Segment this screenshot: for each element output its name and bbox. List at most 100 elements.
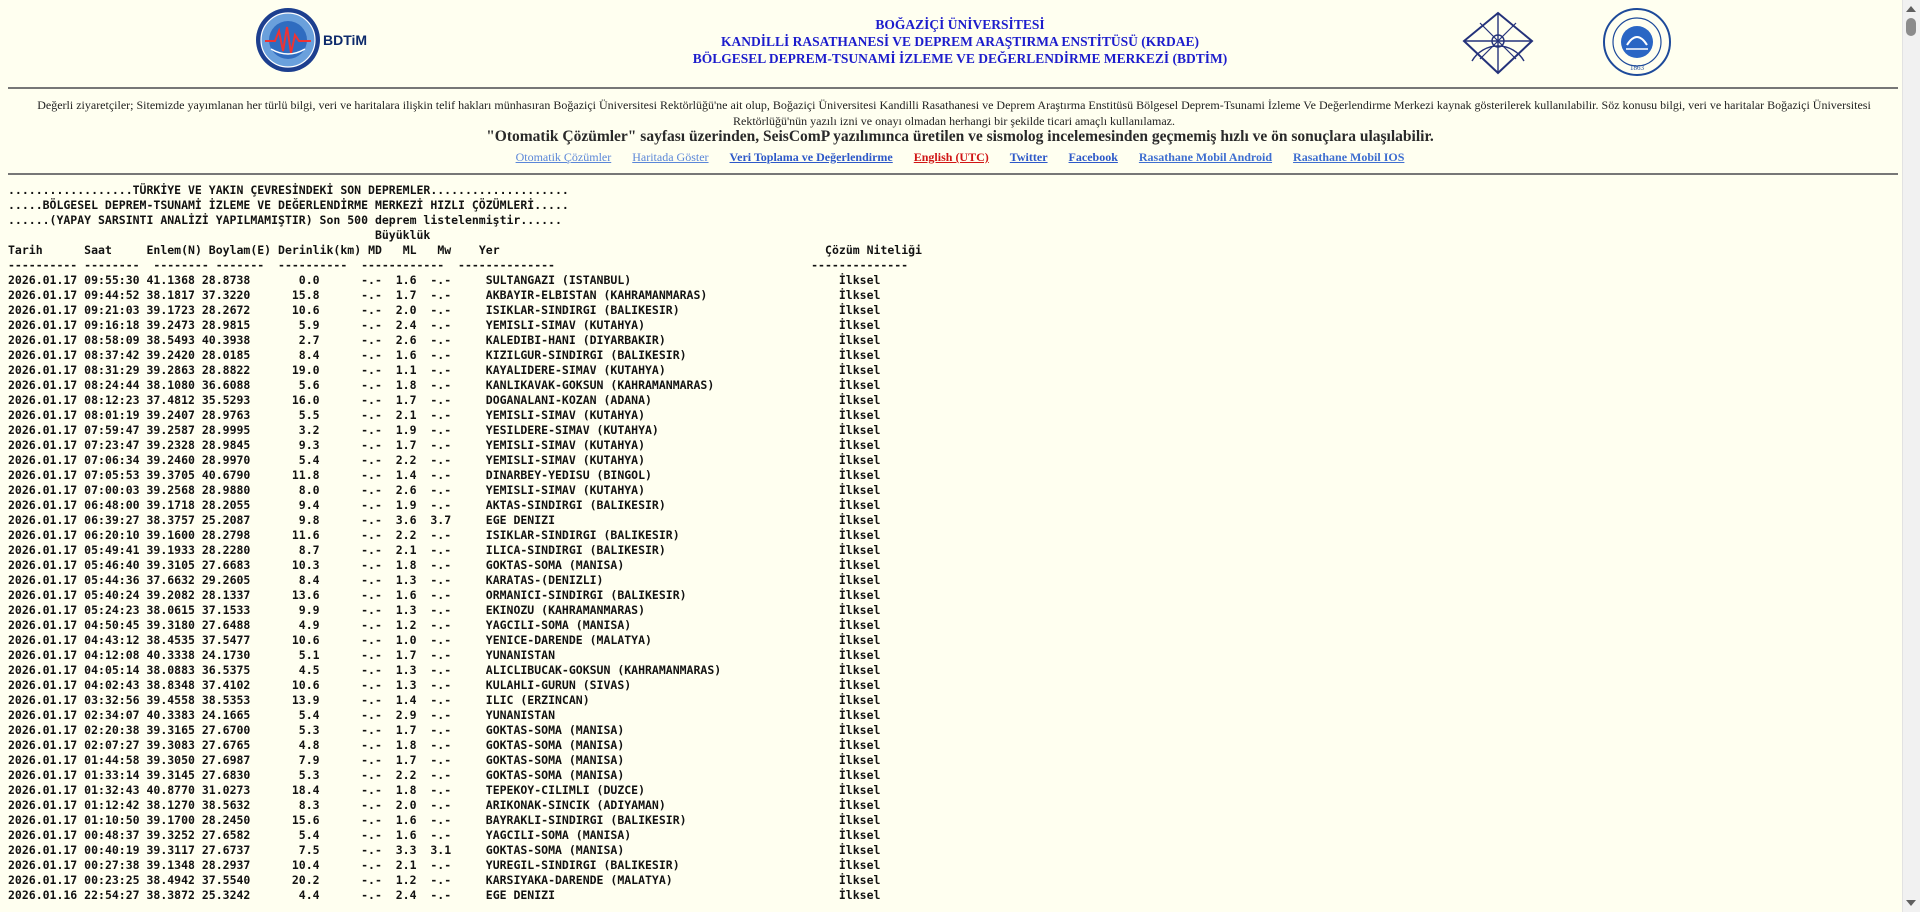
table-row: 2026.01.17 00:48:37 39.3252 27.6582 5.4 … [8,828,880,842]
cell-derinlik: 9.8 [257,513,362,527]
cell-saat: 05:46:40 [84,558,147,572]
cell-mw: -.- [430,333,486,347]
table-row: 2026.01.17 09:16:18 39.2473 28.9815 5.9 … [8,318,880,332]
cell-tarih: 2026.01.17 [8,513,85,527]
cell-md: -.- [361,528,396,542]
cell-md: -.- [361,858,396,872]
cell-mw: -.- [430,588,486,602]
cell-ml: 2.2 [395,768,431,782]
cell-tarih: 2026.01.17 [8,408,85,422]
table-row: 2026.01.17 00:27:38 39.1348 28.2937 10.4… [8,858,880,872]
cell-yer: DOGANALANI-KOZAN (ADANA) [485,393,839,407]
cell-enlem: 39.3180 [146,618,202,632]
cell-yer: KANLIKAVAK-GOKSUN (KAHRAMANMARAS) [485,378,839,392]
cell-cozum-niteligi: İlksel [838,588,881,602]
cell-saat: 07:00:03 [84,483,147,497]
cell-ml: 1.8 [395,558,431,572]
nav-link-english[interactable]: English (UTC) [914,150,989,164]
nav-link-mobile-android[interactable]: Rasathane Mobil Android [1139,150,1272,164]
cell-mw: -.- [430,723,486,737]
cell-boylam: 28.2672 [201,303,258,317]
cell-ml: 2.0 [395,303,431,317]
nav-link-twitter[interactable]: Twitter [1010,150,1048,164]
cell-saat: 06:39:27 [84,513,147,527]
table-row: 2026.01.17 07:59:47 39.2587 28.9995 3.2 … [8,423,880,437]
table-row: 2026.01.17 08:01:19 39.2407 28.9763 5.5 … [8,408,880,422]
cell-mw: -.- [430,393,486,407]
cell-cozum-niteligi: İlksel [838,768,881,782]
table-row: 2026.01.17 01:33:14 39.3145 27.6830 5.3 … [8,768,880,782]
cell-yer: YENICE-DARENDE (MALATYA) [485,633,839,647]
cell-enlem: 37.4812 [146,393,202,407]
cell-derinlik: 4.5 [257,663,362,677]
cell-yer: KULAHLI-GURUN (SIVAS) [485,678,839,692]
nav-link-haritada-goster[interactable]: Haritada Göster [632,150,708,164]
nav-link-facebook[interactable]: Facebook [1069,150,1118,164]
cell-enlem: 39.3105 [146,558,202,572]
cell-cozum-niteligi: İlksel [838,348,881,362]
cell-md: -.- [361,378,396,392]
cell-boylam: 27.6737 [201,843,258,857]
nav-link-veri-toplama[interactable]: Veri Toplama ve Değerlendirme [730,150,893,164]
nav-link-mobile-ios[interactable]: Rasathane Mobil IOS [1293,150,1404,164]
cell-derinlik: 8.7 [257,543,362,557]
scroll-up-arrow-icon[interactable] [1906,6,1916,12]
bogazici-university-logo[interactable]: 1863 [1602,7,1672,77]
table-row: 2026.01.16 22:54:27 38.3872 25.3242 4.4 … [8,888,880,902]
cell-yer: EKINOZU (KAHRAMANMARAS) [485,603,839,617]
cell-ml: 1.4 [395,693,431,707]
vertical-scrollbar[interactable] [1902,0,1920,912]
cell-enlem: 38.4942 [146,873,202,887]
cell-ml: 1.3 [395,678,431,692]
cell-derinlik: 10.4 [257,858,362,872]
column-header-row: Tarih Saat Enlem(N) Boylam(E) Derinlik(k… [8,243,922,257]
cell-derinlik: 5.3 [257,723,362,737]
cell-md: -.- [361,873,396,887]
cell-yer: KAYALIDERE-SIMAV (KUTAHYA) [485,363,839,377]
cell-enlem: 38.3757 [146,513,202,527]
cell-tarih: 2026.01.17 [8,843,85,857]
cell-md: -.- [361,348,396,362]
krdae-logo-icon[interactable] [1460,11,1536,75]
scroll-down-arrow-icon[interactable] [1906,900,1916,906]
table-row: 2026.01.17 02:20:38 39.3165 27.6700 5.3 … [8,723,880,737]
nav-link-otomatik-cozumler[interactable]: Otomatik Çözümler [516,150,612,164]
cell-boylam: 28.9995 [201,423,258,437]
cell-enlem: 38.3872 [146,888,202,902]
cell-mw: -.- [430,363,486,377]
cell-yer: GOKTAS-SOMA (MANISA) [485,843,839,857]
column-header-ml: ML [402,243,438,257]
cell-derinlik: 9.4 [257,498,362,512]
cell-cozum-niteligi: İlksel [838,423,881,437]
copyright-notice: Değerli ziyaretçiler; Sitemizde yayımlan… [37,98,1871,128]
cell-md: -.- [361,678,396,692]
cell-ml: 1.9 [395,498,431,512]
cell-mw: -.- [430,558,486,572]
cell-md: -.- [361,723,396,737]
cell-saat: 03:32:56 [84,693,147,707]
cell-cozum-niteligi: İlksel [838,843,881,857]
cell-cozum-niteligi: İlksel [838,303,881,317]
cell-boylam: 37.5477 [201,633,258,647]
cell-tarih: 2026.01.17 [8,573,85,587]
table-row: 2026.01.17 08:12:23 37.4812 35.5293 16.0… [8,393,880,407]
cell-mw: -.- [430,423,486,437]
cell-saat: 08:58:09 [84,333,147,347]
cell-enlem: 39.1933 [146,543,202,557]
column-header-mw: Mw [437,243,479,257]
cell-derinlik: 11.6 [257,528,362,542]
cell-boylam: 25.2087 [201,513,258,527]
cell-boylam: 28.9815 [201,318,258,332]
cell-cozum-niteligi: İlksel [838,813,881,827]
cell-tarih: 2026.01.17 [8,528,85,542]
cell-derinlik: 20.2 [257,873,362,887]
cell-mw: -.- [430,318,486,332]
cell-cozum-niteligi: İlksel [838,543,881,557]
listing-banner-line: ..................TÜRKİYE VE YAKIN ÇEVRE… [8,183,569,197]
cell-derinlik: 5.6 [257,378,362,392]
cell-tarih: 2026.01.17 [8,423,85,437]
scrollbar-thumb[interactable] [1906,18,1916,36]
cell-boylam: 40.3938 [201,333,258,347]
cell-cozum-niteligi: İlksel [838,693,881,707]
cell-derinlik: 5.4 [257,453,362,467]
